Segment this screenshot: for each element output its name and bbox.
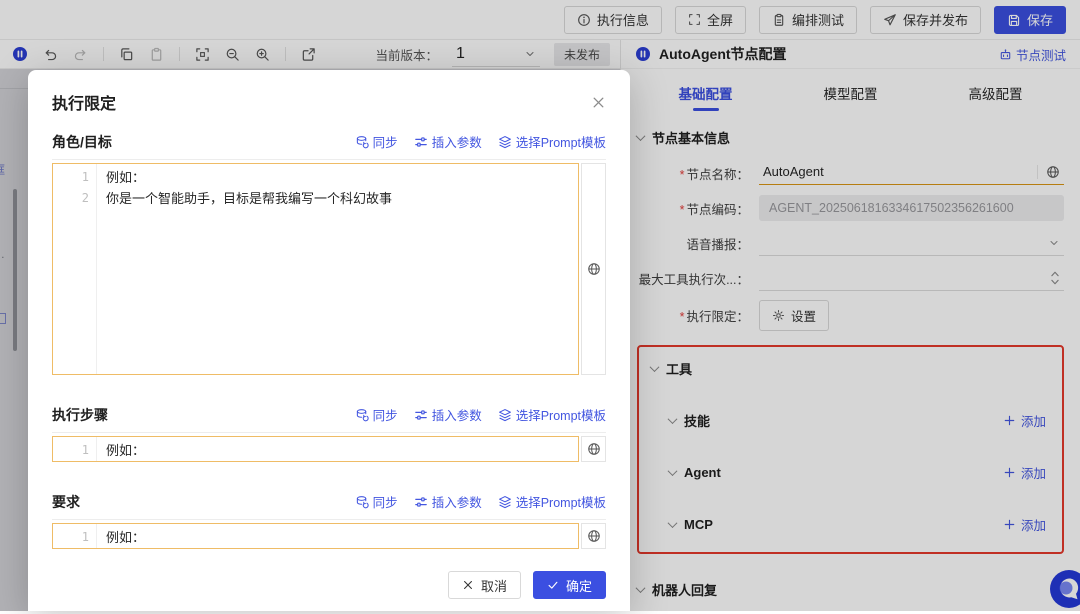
line-number-gutter: 1 xyxy=(53,437,97,461)
modal-header: 执行限定 xyxy=(28,70,630,122)
prompt-template-icon xyxy=(498,135,512,149)
globe-icon[interactable] xyxy=(581,436,606,462)
cancel-label: 取消 xyxy=(481,576,507,595)
insert-params-label: 插入参数 xyxy=(432,132,482,151)
insert-params-label: 插入参数 xyxy=(432,405,482,424)
modal-body: 角色/目标 同步 插入参数 选择Prompt模板 1 2 例如： 你是一个智能助… xyxy=(28,122,630,571)
check-icon xyxy=(547,579,559,591)
sync-label: 同步 xyxy=(373,405,398,424)
section-actions: 同步 插入参数 选择Prompt模板 xyxy=(355,492,606,511)
exec-steps-editor-wrap: 1 例如： xyxy=(52,436,606,462)
select-prompt-template-label: 选择Prompt模板 xyxy=(516,492,606,511)
prompt-template-icon xyxy=(498,495,512,509)
close-icon[interactable] xyxy=(591,95,606,110)
editor-line: 你是一个智能助手，目标是帮我编写一个科幻故事 xyxy=(106,188,392,209)
sync-label: 同步 xyxy=(373,132,398,151)
insert-params-icon xyxy=(414,408,428,422)
role-goal-editor[interactable]: 1 2 例如： 你是一个智能助手，目标是帮我编写一个科幻故事 xyxy=(52,163,579,375)
editor-line: 例如： xyxy=(106,167,392,188)
section-requirements-title: 要求 xyxy=(52,492,80,512)
globe-icon[interactable] xyxy=(581,163,606,375)
insert-params-icon xyxy=(414,495,428,509)
line-number: 1 xyxy=(53,167,89,188)
section-exec-steps-title: 执行步骤 xyxy=(52,405,108,425)
section-actions: 同步 插入参数 选择Prompt模板 xyxy=(355,132,606,151)
exec-limit-modal: 执行限定 角色/目标 同步 插入参数 选择Prompt模板 1 2 xyxy=(28,70,630,611)
select-prompt-template-label: 选择Prompt模板 xyxy=(516,132,606,151)
sync-icon xyxy=(355,135,369,149)
section-actions: 同步 插入参数 选择Prompt模板 xyxy=(355,405,606,424)
close-icon xyxy=(462,579,474,591)
section-requirements: 要求 同步 插入参数 选择Prompt模板 1 例如： xyxy=(52,484,606,549)
insert-params-icon xyxy=(414,135,428,149)
line-number: 1 xyxy=(53,527,89,548)
section-exec-steps-header: 执行步骤 同步 插入参数 选择Prompt模板 xyxy=(52,397,606,433)
role-goal-editor-content: 例如： 你是一个智能助手，目标是帮我编写一个科幻故事 xyxy=(97,164,392,374)
select-prompt-template-label: 选择Prompt模板 xyxy=(516,405,606,424)
editor-line: 例如： xyxy=(106,527,145,548)
section-role-goal-title: 角色/目标 xyxy=(52,132,112,152)
sync-icon xyxy=(355,495,369,509)
select-prompt-template-link[interactable]: 选择Prompt模板 xyxy=(498,405,606,424)
section-requirements-header: 要求 同步 插入参数 选择Prompt模板 xyxy=(52,484,606,520)
modal-footer: 取消 确定 xyxy=(28,571,630,613)
editor-line: 例如： xyxy=(106,440,145,461)
globe-icon[interactable] xyxy=(581,523,606,549)
insert-params-link[interactable]: 插入参数 xyxy=(414,405,482,424)
line-number-gutter: 1 xyxy=(53,524,97,548)
section-exec-steps: 执行步骤 同步 插入参数 选择Prompt模板 1 例如： xyxy=(52,397,606,462)
line-number: 2 xyxy=(53,188,89,209)
select-prompt-template-link[interactable]: 选择Prompt模板 xyxy=(498,492,606,511)
line-number: 1 xyxy=(53,440,89,461)
sync-link[interactable]: 同步 xyxy=(355,132,398,151)
insert-params-label: 插入参数 xyxy=(432,492,482,511)
confirm-label: 确定 xyxy=(566,576,592,595)
select-prompt-template-link[interactable]: 选择Prompt模板 xyxy=(498,132,606,151)
section-role-goal-header: 角色/目标 同步 插入参数 选择Prompt模板 xyxy=(52,124,606,160)
prompt-template-icon xyxy=(498,408,512,422)
sync-label: 同步 xyxy=(373,492,398,511)
confirm-button[interactable]: 确定 xyxy=(533,571,606,599)
insert-params-link[interactable]: 插入参数 xyxy=(414,132,482,151)
sync-link[interactable]: 同步 xyxy=(355,405,398,424)
line-number-gutter: 1 2 xyxy=(53,164,97,374)
sync-icon xyxy=(355,408,369,422)
requirements-editor[interactable]: 1 例如： xyxy=(52,523,579,549)
modal-title: 执行限定 xyxy=(52,90,116,114)
requirements-editor-content: 例如： xyxy=(97,524,145,548)
role-goal-editor-wrap: 1 2 例如： 你是一个智能助手，目标是帮我编写一个科幻故事 xyxy=(52,163,606,375)
cancel-button[interactable]: 取消 xyxy=(448,571,521,599)
exec-steps-editor[interactable]: 1 例如： xyxy=(52,436,579,462)
requirements-editor-wrap: 1 例如： xyxy=(52,523,606,549)
section-role-goal: 角色/目标 同步 插入参数 选择Prompt模板 1 2 例如： 你是一个智能助… xyxy=(52,124,606,375)
insert-params-link[interactable]: 插入参数 xyxy=(414,492,482,511)
exec-steps-editor-content: 例如： xyxy=(97,437,145,461)
sync-link[interactable]: 同步 xyxy=(355,492,398,511)
